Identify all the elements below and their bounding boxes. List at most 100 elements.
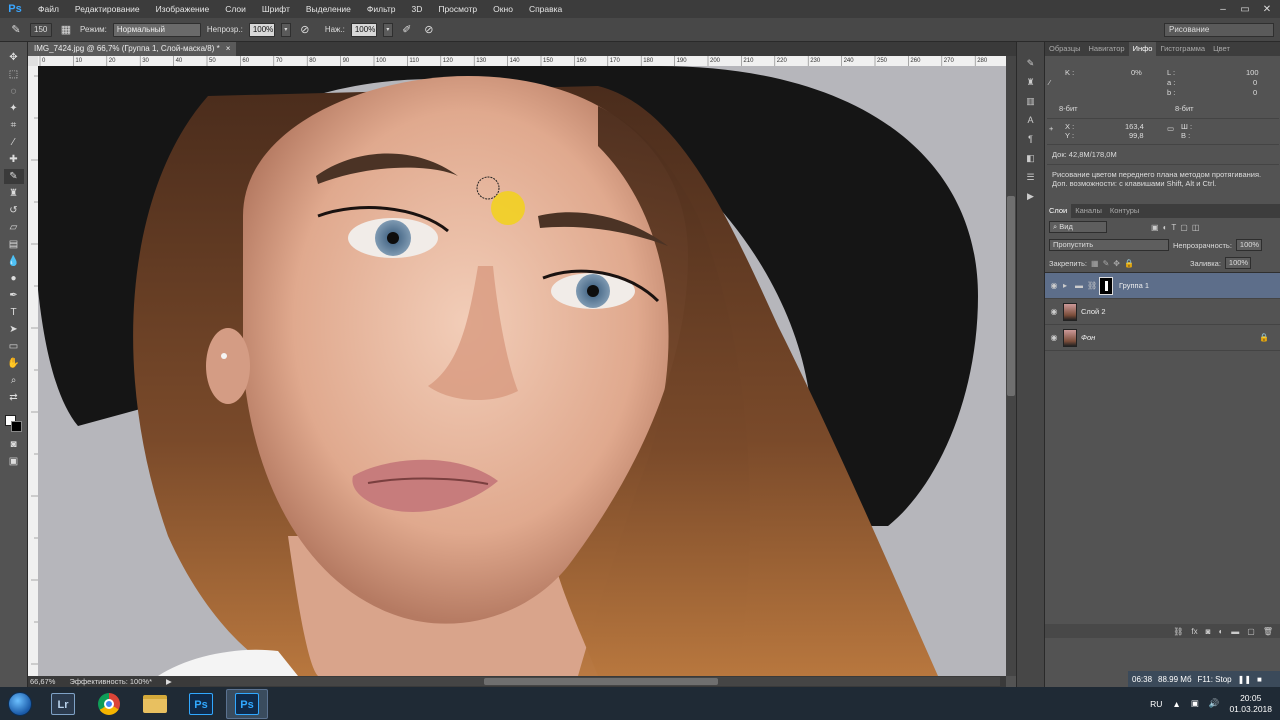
quick-select-tool-icon[interactable]: ✦ [4,101,24,116]
taskbar-explorer[interactable] [134,689,176,719]
clone-source-icon[interactable]: ♜ [1021,75,1041,90]
lock-pixels-icon[interactable]: ✎ [1103,259,1110,268]
horizontal-scrollbar-thumb[interactable] [484,678,718,685]
delete-layer-icon[interactable]: 🗑 [1263,627,1273,636]
visibility-eye-icon[interactable]: ◉ [1045,333,1063,342]
taskbar-chrome[interactable] [88,689,130,719]
clock[interactable]: 20:05 01.03.2018 [1229,693,1272,715]
history-brush-tool-icon[interactable]: ↺ [4,203,24,218]
taskbar-photoshop-active[interactable]: Ps [226,688,268,719]
new-adjustment-icon[interactable]: ◐ [1218,627,1223,636]
airbrush-icon[interactable]: ✐ [399,22,415,38]
flow-slider-toggle[interactable]: ▾ [382,22,393,37]
brush-panel-icon[interactable]: ▦ [58,22,74,38]
healing-brush-tool-icon[interactable]: ✚ [4,152,24,167]
menu-layers[interactable]: Слои [217,4,254,14]
pressure-size-icon[interactable]: ⊘ [421,22,437,38]
actions-play-icon[interactable]: ▶ [1021,189,1041,204]
menu-help[interactable]: Справка [521,4,570,14]
tab-channels[interactable]: Каналы [1071,204,1106,218]
brush-preset-icon[interactable]: ✎ [1021,56,1041,71]
lock-position-icon[interactable]: ✥ [1113,259,1120,268]
tab-layers[interactable]: Слои [1045,204,1072,218]
rectangle-tool-icon[interactable]: ▭ [4,339,24,354]
menu-select[interactable]: Выделение [298,4,359,14]
gradient-tool-icon[interactable]: ▤ [4,237,24,252]
layer-row-group-1[interactable]: ◉ ▸ ▬ ⛓ Группа 1 [1045,273,1280,299]
properties-icon[interactable]: ☰ [1021,170,1041,185]
menu-3d[interactable]: 3D [403,4,430,14]
screen-mode-icon[interactable]: ▣ [4,454,24,469]
filter-shape-icon[interactable]: ▢ [1180,223,1188,232]
document-tab[interactable]: IMG_7424.jpg @ 66,7% (Группа 1, Слой-мас… [28,42,237,56]
clone-stamp-tool-icon[interactable]: ♜ [4,186,24,201]
close-tab-icon[interactable]: × [226,42,231,56]
link-layers-icon[interactable]: ⛓ [1173,627,1183,636]
layer-row-background[interactable]: ◉ Фон 🔒 [1045,325,1280,351]
horizontal-scrollbar[interactable] [200,677,1000,686]
link-icon[interactable]: ⛓ [1087,281,1099,290]
maximize-icon[interactable]: ▭ [1238,4,1252,15]
filter-image-icon[interactable]: ▣ [1151,223,1159,232]
stop-icon[interactable]: ■ [1257,675,1262,684]
menu-filter[interactable]: Фильтр [359,4,404,14]
path-select-tool-icon[interactable]: ➤ [4,322,24,337]
layer-row-layer-2[interactable]: ◉ Слой 2 [1045,299,1280,325]
taskbar-photoshop[interactable]: Ps [180,689,222,719]
menu-file[interactable]: Файл [30,4,67,14]
layer-mask-thumbnail[interactable] [1099,276,1113,295]
flow-input[interactable]: 100% [350,22,377,37]
menu-view[interactable]: Просмотр [430,4,485,14]
lock-all-icon[interactable]: 🔒 [1124,259,1134,268]
minimize-icon[interactable]: – [1216,4,1230,15]
filter-smart-object-icon[interactable]: ◫ [1192,223,1200,232]
layer-opacity-input[interactable]: 100% [1235,239,1262,251]
menu-type[interactable]: Шрифт [254,4,298,14]
add-mask-icon[interactable]: ◙ [1206,627,1211,636]
brush-tool-icon[interactable]: ✎ [3,169,24,184]
new-layer-icon[interactable]: ▢ [1247,627,1255,636]
workspace-select[interactable]: Рисование [1164,23,1274,37]
styles-icon[interactable]: ◧ [1021,151,1041,166]
start-button[interactable] [0,687,40,720]
paragraph-icon[interactable]: ¶ [1021,132,1041,147]
network-icon[interactable]: ▣ [1191,698,1199,709]
dodge-tool-icon[interactable]: ● [4,271,24,286]
taskbar-lightroom[interactable]: Lr [42,689,84,719]
new-group-icon[interactable]: ▬ [1231,627,1239,636]
vertical-scrollbar[interactable] [1006,56,1016,676]
eyedropper-tool-icon[interactable]: ⁄ [4,135,24,150]
visibility-eye-icon[interactable]: ◉ [1045,281,1063,290]
vertical-scrollbar-thumb[interactable] [1007,196,1015,396]
eraser-tool-icon[interactable]: ▱ [4,220,24,235]
opacity-input[interactable]: 100% [248,22,275,37]
filter-adjustment-icon[interactable]: ◐ [1163,223,1168,232]
filter-type-icon[interactable]: T [1171,223,1176,232]
marquee-tool-icon[interactable]: ⬚ [4,67,24,82]
volume-icon[interactable]: 🔊 [1209,698,1220,709]
lock-transparency-icon[interactable]: ▦ [1091,259,1099,268]
zoom-tool-icon[interactable]: ⌕ [4,373,24,388]
color-swatches[interactable] [3,413,25,435]
pause-icon[interactable]: ❚❚ [1238,675,1251,684]
type-tool-icon[interactable]: T [4,305,24,320]
fill-input[interactable]: 100% [1224,257,1251,269]
layer-style-icon[interactable]: fx [1191,627,1197,636]
pen-tool-icon[interactable]: ✒ [4,288,24,303]
blur-tool-icon[interactable]: 💧 [4,254,24,269]
document-canvas[interactable] [38,66,1006,676]
pressure-opacity-icon[interactable]: ⊘ [297,22,313,38]
layer-filter-select[interactable]: ⌕ Вид [1049,221,1107,233]
expand-arrow-icon[interactable]: ▸ [1063,281,1075,290]
tray-expand-icon[interactable]: ▲ [1172,699,1180,709]
language-indicator[interactable]: RU [1150,699,1162,709]
hand-tool-icon[interactable]: ✋ [4,356,24,371]
tab-paths[interactable]: Контуры [1106,204,1143,218]
crop-tool-icon[interactable]: ⌗ [4,118,24,133]
move-tool-icon[interactable]: ✥ [4,50,24,65]
opacity-slider-toggle[interactable]: ▾ [280,22,291,37]
mode-select[interactable]: Нормальный [112,22,201,37]
background-color-swatch[interactable] [10,421,22,432]
menu-image[interactable]: Изображение [148,4,218,14]
zoom-level[interactable]: 66,67% [30,677,55,686]
